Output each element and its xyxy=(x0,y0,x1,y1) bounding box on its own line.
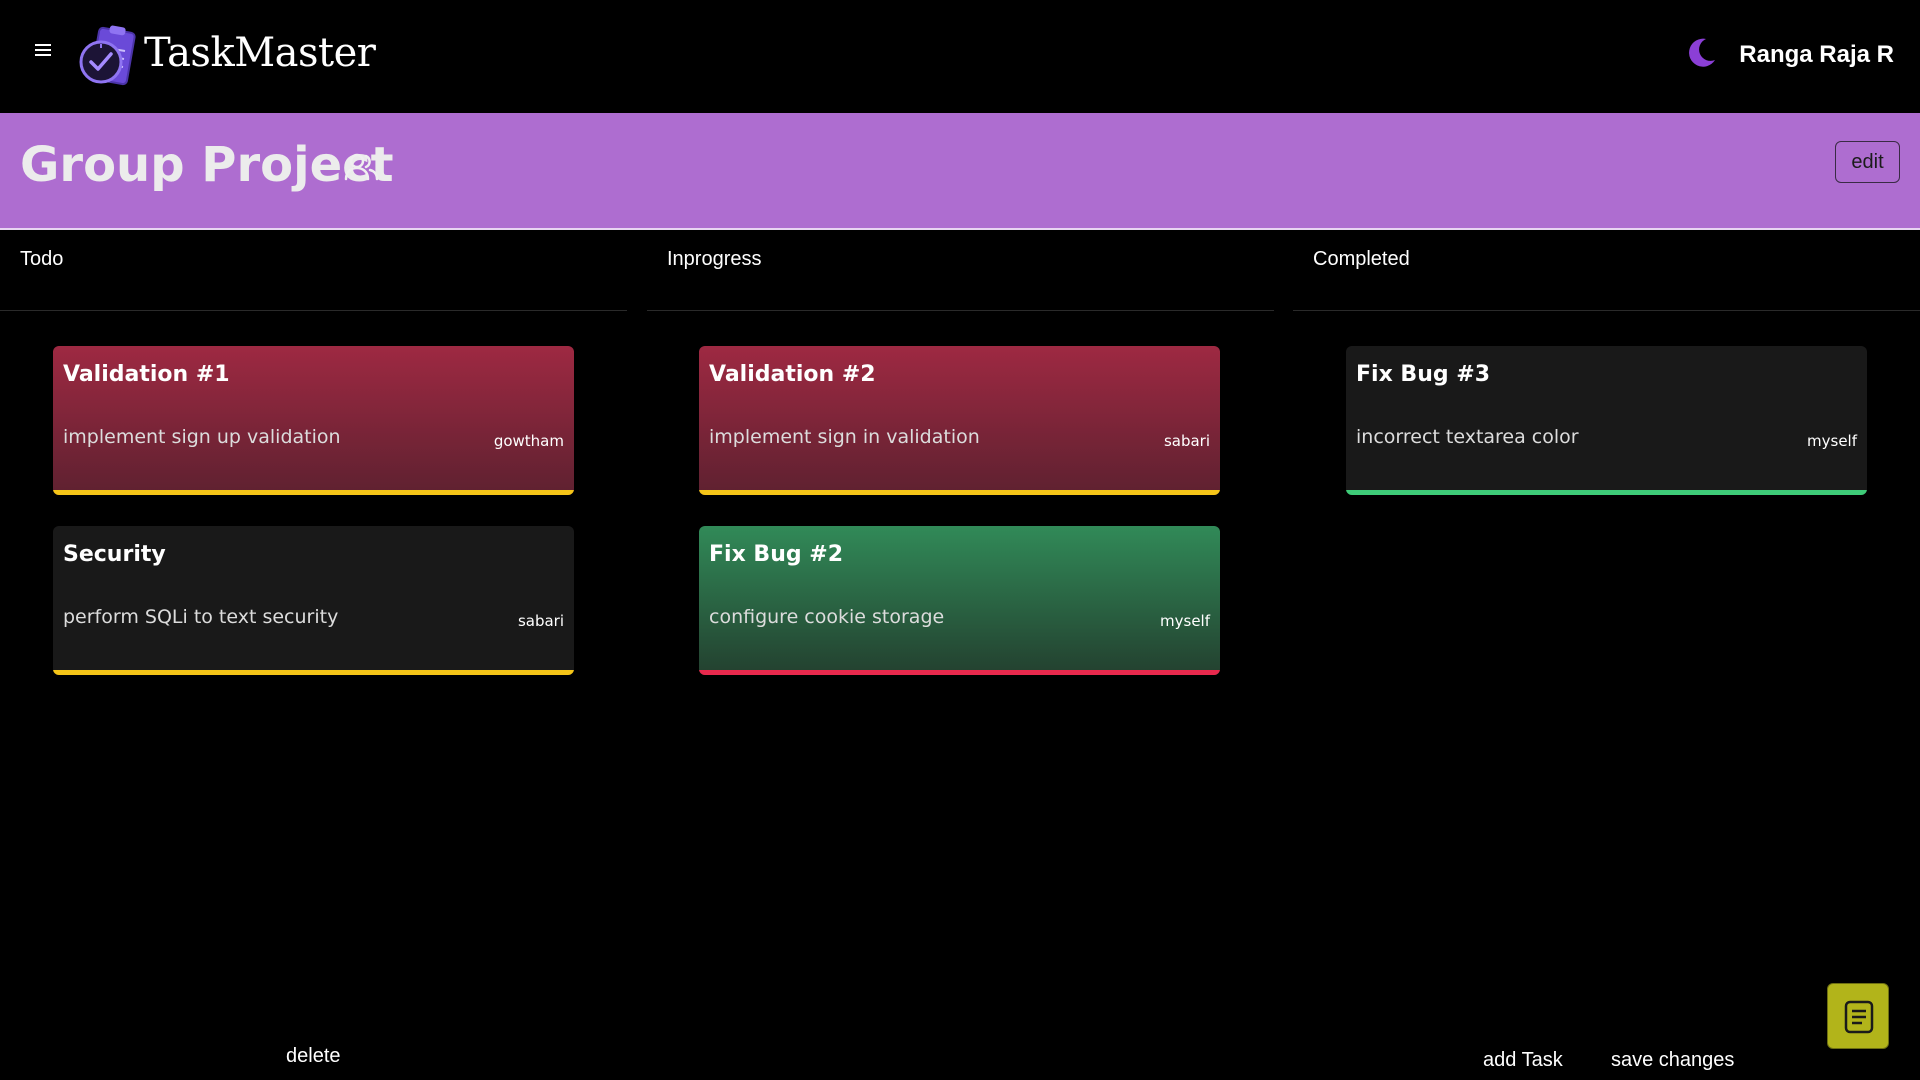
notes-button[interactable] xyxy=(1827,983,1889,1049)
task-assignee: gowtham xyxy=(493,432,564,450)
task-card[interactable]: Fix Bug #3 incorrect textarea color myse… xyxy=(1346,346,1867,495)
column-title-todo: Todo xyxy=(20,248,64,270)
task-title: Validation #1 xyxy=(63,362,230,387)
app-brand: TaskMaster xyxy=(144,30,376,76)
delete-button[interactable]: delete xyxy=(286,1045,341,1068)
hamburger-menu-icon[interactable] xyxy=(35,44,51,58)
user-name[interactable]: Ranga Raja R xyxy=(1739,41,1894,69)
task-assignee: sabari xyxy=(1163,432,1210,450)
task-title: Fix Bug #3 xyxy=(1356,362,1490,387)
task-card[interactable]: Fix Bug #2 configure cookie storage myse… xyxy=(699,526,1220,675)
task-description: incorrect textarea color xyxy=(1356,426,1579,448)
project-title: Group Project xyxy=(20,137,394,193)
column-todo: Todo xyxy=(0,230,627,311)
priority-bar xyxy=(1346,490,1867,495)
moon-icon[interactable] xyxy=(1684,36,1718,70)
task-description: implement sign up validation xyxy=(63,426,341,448)
notes-icon xyxy=(1844,1000,1874,1034)
column-inprogress: Inprogress xyxy=(647,230,1274,311)
priority-bar xyxy=(699,490,1220,495)
priority-bar xyxy=(53,490,574,495)
add-task-button[interactable]: add Task xyxy=(1483,1049,1563,1072)
task-description: implement sign in validation xyxy=(709,426,980,448)
task-card[interactable]: Validation #1 implement sign up validati… xyxy=(53,346,574,495)
edit-button[interactable]: edit xyxy=(1835,141,1900,183)
column-completed: Completed xyxy=(1293,230,1920,311)
task-assignee: sabari xyxy=(517,612,564,630)
priority-bar xyxy=(53,670,574,675)
task-assignee: myself xyxy=(1160,612,1210,630)
task-title: Security xyxy=(63,542,166,567)
column-title-inprogress: Inprogress xyxy=(667,248,762,270)
task-card[interactable]: Validation #2 implement sign in validati… xyxy=(699,346,1220,495)
task-description: configure cookie storage xyxy=(709,606,945,628)
task-title: Fix Bug #2 xyxy=(709,542,843,567)
save-changes-button[interactable]: save changes xyxy=(1611,1049,1734,1072)
task-title: Validation #2 xyxy=(709,362,876,387)
column-title-completed: Completed xyxy=(1313,248,1410,270)
task-card[interactable]: Security perform SQLi to text security s… xyxy=(53,526,574,675)
project-banner: Group Project edit xyxy=(0,113,1920,230)
app-logo xyxy=(79,25,136,86)
task-description: perform SQLi to text security xyxy=(63,606,339,628)
priority-bar xyxy=(699,670,1220,675)
top-navbar: TaskMaster Ranga Raja R xyxy=(0,0,1920,113)
task-assignee: myself xyxy=(1807,432,1857,450)
group-icon xyxy=(344,153,379,181)
